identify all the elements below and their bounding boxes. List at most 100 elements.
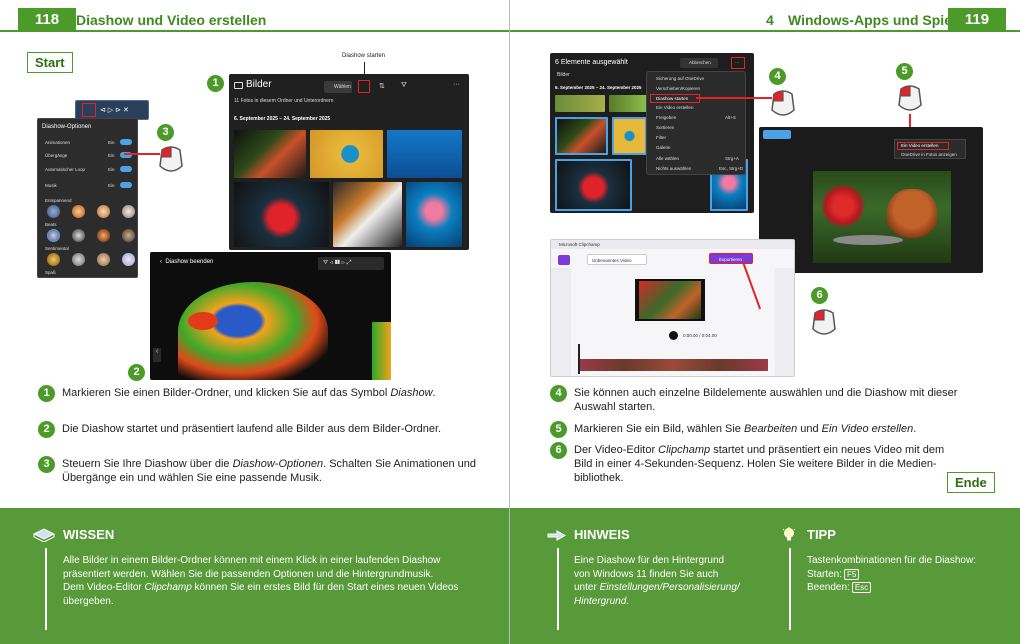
pointing-hand-icon xyxy=(547,530,567,541)
music-tile-selected[interactable] xyxy=(47,229,60,242)
clipchamp-logo xyxy=(558,255,570,265)
prev-arrow[interactable]: ‹ xyxy=(153,348,161,362)
step-3: 3 Steuern Sie Ihre Diashow über die Dias… xyxy=(38,456,498,487)
thumb-parrots-selected[interactable] xyxy=(555,117,608,155)
page-number: 119 xyxy=(948,8,1006,32)
selection-date: 6. September 2025 – 24. September 2025 xyxy=(555,85,642,90)
section-entspannend: Entspannend xyxy=(45,198,72,203)
slideshow-icon[interactable] xyxy=(358,80,370,93)
step-6: 6 Der Video-Editor Clipchamp startet und… xyxy=(550,442,990,487)
thumb-rose[interactable] xyxy=(234,182,329,247)
menu-item-select-none[interactable]: Nichts auswählen xyxy=(656,166,691,171)
toggle-animationen[interactable] xyxy=(120,139,132,145)
thumb-field[interactable] xyxy=(609,95,647,112)
cancel-button[interactable]: Abbrechen xyxy=(680,58,718,68)
wissen-title: WISSEN xyxy=(63,527,115,542)
edit-menu-video[interactable]: Ein Video erstellen xyxy=(901,143,938,148)
menu-item-video[interactable]: Ein Video erstellen xyxy=(656,105,693,110)
left-page: 118 Diashow und Video erstellen Start Di… xyxy=(0,0,510,644)
bilder-date: 6. September 2025 – 24. September 2025 xyxy=(234,116,331,122)
shortcut-select-none: Esc, Strg+D xyxy=(719,166,744,171)
timeline-clip[interactable] xyxy=(578,359,768,371)
thumb-parrots[interactable] xyxy=(234,130,306,178)
step4-callout-line xyxy=(696,97,772,99)
clipchamp-sidebar xyxy=(551,268,571,376)
music-tile[interactable] xyxy=(97,253,110,266)
thumb-kingfisher[interactable] xyxy=(310,130,383,178)
thumb-tiger[interactable] xyxy=(333,182,402,247)
menu-item-slideshow[interactable]: Diashow starten xyxy=(656,96,688,101)
music-row-2 xyxy=(47,229,135,243)
thumb-dolphin[interactable] xyxy=(387,130,462,178)
slideshow-controls[interactable]: ⛛ ⊲ ❚❚ ⊳ ⤢ xyxy=(318,257,384,270)
bowl xyxy=(833,235,903,245)
section-beats: Beats xyxy=(45,222,57,227)
music-tile[interactable] xyxy=(97,205,110,218)
f5-key: F5 xyxy=(844,568,860,580)
context-menu: Sicherung auf OneDrive Verschieben/Kopie… xyxy=(646,71,746,175)
option-uebergaenge: Übergänge xyxy=(45,153,68,158)
esc-key: Esc xyxy=(851,582,872,593)
play-button[interactable] xyxy=(669,331,678,340)
end-slideshow-label[interactable]: ‹ Diashow beenden xyxy=(160,259,213,265)
shortcut-select-all: Strg+A xyxy=(725,156,739,161)
menu-item-select-all[interactable]: Alle wählen xyxy=(656,156,679,161)
edit-menu-onedrive[interactable]: OneDrive in Fotos anzeigen xyxy=(901,152,957,157)
option-loop-state: Ein xyxy=(108,167,115,172)
music-tile[interactable] xyxy=(122,205,135,218)
playhead[interactable] xyxy=(578,344,580,374)
music-tile[interactable] xyxy=(97,229,110,242)
music-tile[interactable] xyxy=(47,253,60,266)
slideshow-toolbar: ⊲ ▷ ⊳ ✕ xyxy=(75,100,149,120)
toggle-loop[interactable] xyxy=(120,166,132,172)
filter-icon[interactable]: ⛛ xyxy=(401,82,407,90)
mouse-icon xyxy=(898,85,922,111)
menu-item-move[interactable]: Verschieben/Kopieren xyxy=(656,86,700,91)
next-parrot-image xyxy=(372,322,391,380)
step-marker-5: 5 xyxy=(896,63,913,80)
menu-item-sort[interactable]: Sortieren xyxy=(656,125,674,130)
bilder-app-screenshot: Bilder 11 Fotos in diesem Ordner und Unt… xyxy=(229,74,469,250)
menu-item-onedrive[interactable]: Sicherung auf OneDrive xyxy=(656,76,704,81)
callout-label: Diashow starten xyxy=(342,53,386,59)
sort-icon[interactable]: ⇅ xyxy=(379,82,385,90)
option-loop: Automatischer Loop xyxy=(45,167,86,172)
export-button[interactable]: Exportieren xyxy=(709,253,753,264)
book-icon xyxy=(33,528,55,542)
options-icon[interactable] xyxy=(82,103,96,117)
menu-item-filter[interactable]: Filter xyxy=(656,135,666,140)
section-spass: Spaß xyxy=(45,270,56,275)
section-sentimental: Sentimental xyxy=(45,246,69,251)
option-musik-state: Ein xyxy=(108,183,115,188)
thumb-grass[interactable] xyxy=(555,95,605,112)
thumb-jellyfish[interactable] xyxy=(406,182,462,247)
music-tile[interactable] xyxy=(72,253,85,266)
options-panel: Diashow-Optionen Animationen Ein Übergän… xyxy=(37,118,138,278)
music-row-3 xyxy=(47,253,135,267)
music-tile[interactable] xyxy=(72,229,85,242)
selection-screenshot: 6 Elemente ausgewählt Bilder 6. Septembe… xyxy=(550,53,754,213)
step-marker-6: 6 xyxy=(811,287,828,304)
menu-item-share[interactable]: Freigeben xyxy=(656,115,676,120)
music-tile[interactable] xyxy=(122,253,135,266)
music-tile[interactable] xyxy=(72,205,85,218)
toggle-musik[interactable] xyxy=(120,182,132,188)
selection-title: 6 Elemente ausgewählt xyxy=(555,59,628,66)
wissen-box: WISSEN Alle Bilder in einem Bilder-Ordne… xyxy=(0,508,509,644)
toolbar-icons: ⊲ ▷ ⊳ ✕ xyxy=(100,107,129,114)
edit-button[interactable] xyxy=(763,130,791,139)
thumb-rose-selected[interactable] xyxy=(555,159,632,211)
more-icon[interactable]: ··· xyxy=(731,57,745,69)
clipchamp-title: Microsoft Clipchamp xyxy=(559,242,600,247)
step-3-number: 3 xyxy=(38,456,55,473)
folder-icon xyxy=(234,82,243,89)
wissen-bar xyxy=(45,548,47,630)
step-1-number: 1 xyxy=(38,385,55,402)
more-icon[interactable]: ··· xyxy=(453,81,460,88)
music-tile[interactable] xyxy=(122,229,135,242)
project-name-field[interactable]: Unbenanntes Video xyxy=(587,254,647,265)
music-tile[interactable] xyxy=(47,205,60,218)
thumb-kingfisher-selected[interactable] xyxy=(612,117,647,155)
menu-item-gallery[interactable]: Galerie xyxy=(656,145,671,150)
waehlen-button[interactable]: Wählen xyxy=(324,81,352,93)
